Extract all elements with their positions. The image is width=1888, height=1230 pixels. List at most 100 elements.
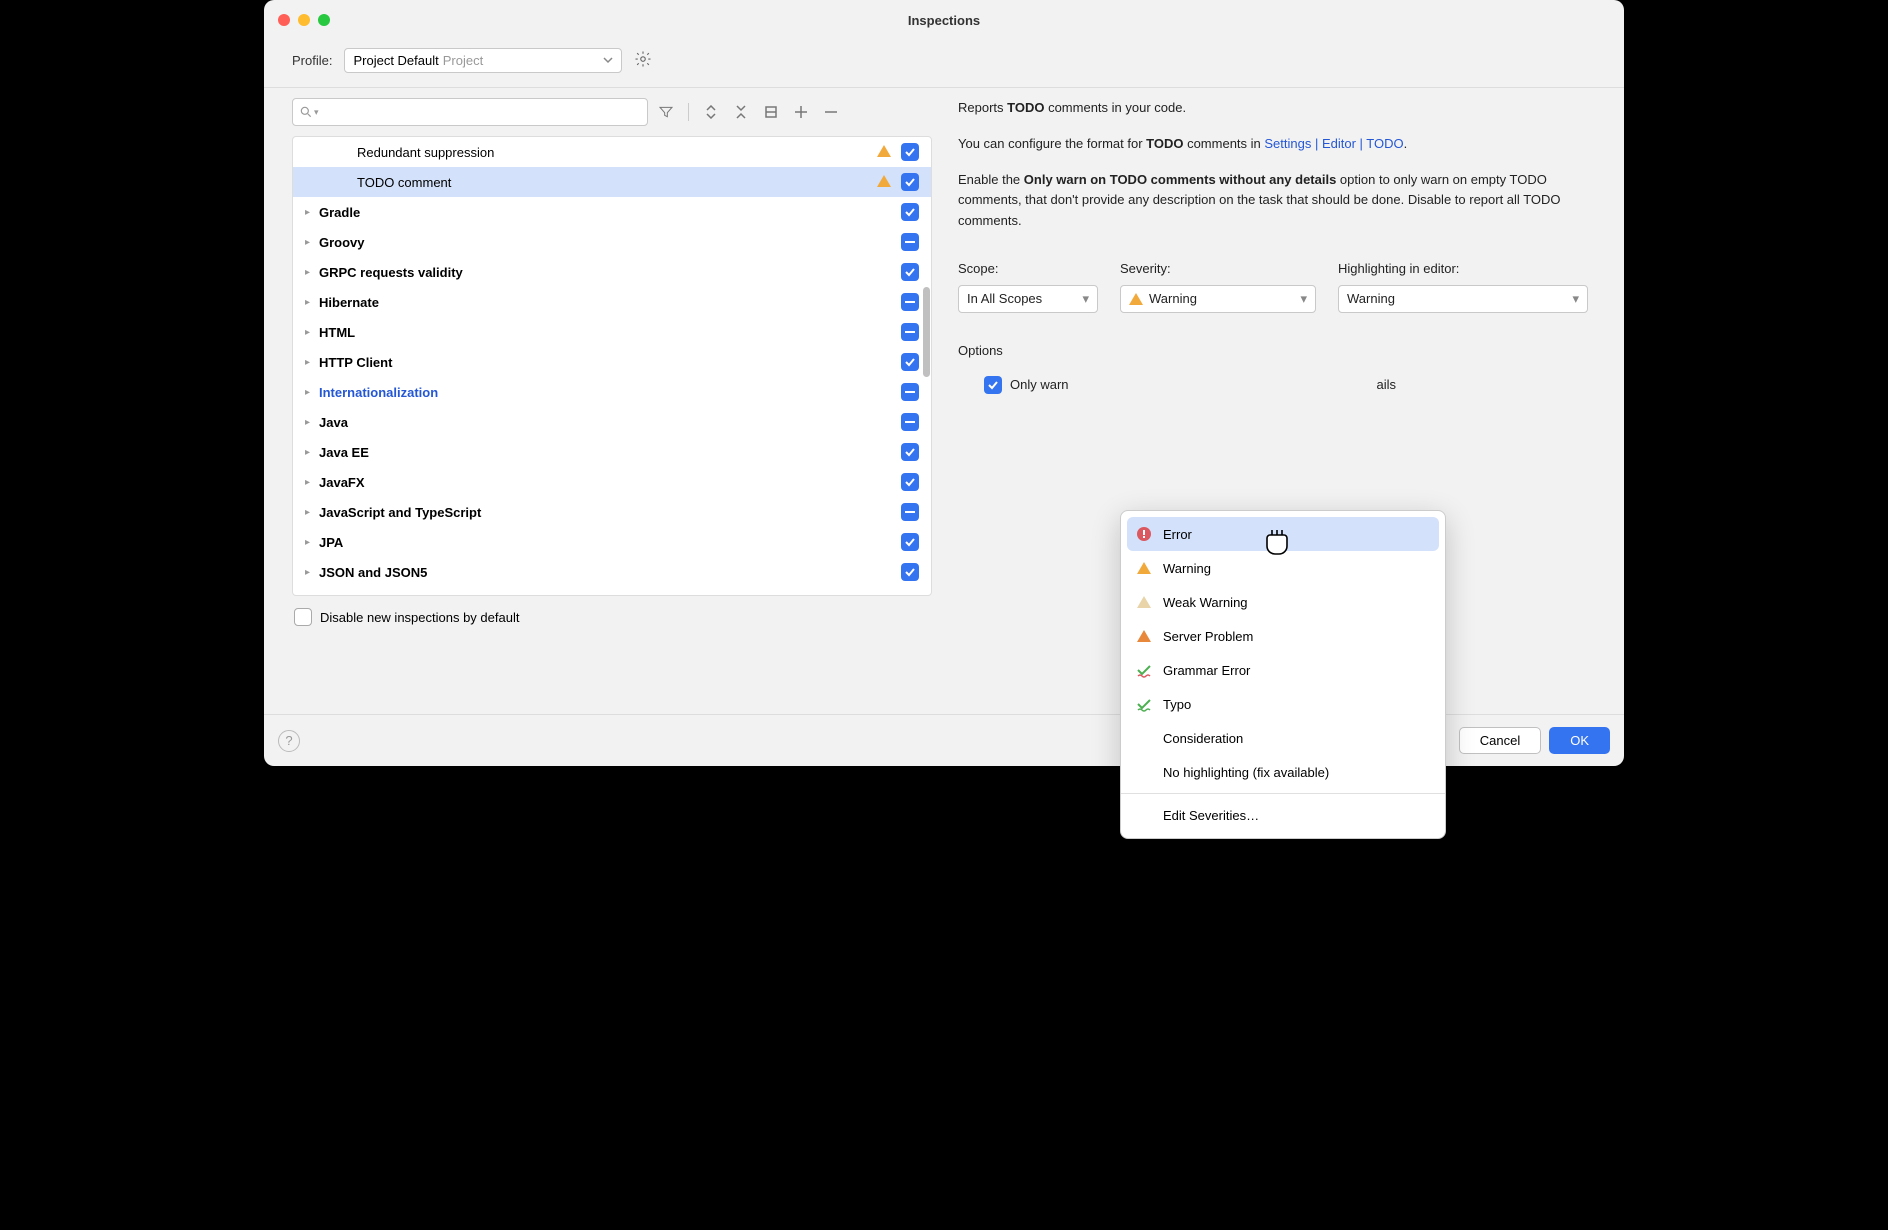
severity-option[interactable]: Server Problem	[1121, 619, 1445, 653]
collapse-all-icon[interactable]	[729, 105, 753, 119]
filter-icon[interactable]	[654, 104, 678, 120]
expand-arrow-icon[interactable]: ▸	[305, 267, 319, 278]
grammar-icon	[1135, 662, 1153, 678]
ok-button[interactable]: OK	[1549, 727, 1610, 754]
titlebar: Inspections	[264, 0, 1624, 40]
tree-row[interactable]: Redundant suppression	[293, 137, 931, 167]
edit-severities[interactable]: Edit Severities…	[1121, 798, 1445, 832]
expand-arrow-icon[interactable]: ▸	[305, 297, 319, 308]
only-warn-checkbox[interactable]	[984, 376, 1002, 394]
checkbox[interactable]	[901, 533, 919, 551]
checkbox[interactable]	[901, 203, 919, 221]
chevron-down-icon	[603, 53, 613, 68]
tree-label: JavaFX	[319, 475, 901, 490]
warning-icon	[877, 175, 891, 190]
checkbox[interactable]	[901, 353, 919, 371]
typo-icon	[1135, 696, 1153, 712]
tree-row[interactable]: ▸JavaScript and TypeScript	[293, 497, 931, 527]
highlight-select[interactable]: Warning ▾	[1338, 285, 1588, 313]
expand-arrow-icon[interactable]: ▸	[305, 537, 319, 548]
expand-arrow-icon[interactable]: ▸	[305, 327, 319, 338]
tree-label: Gradle	[319, 205, 901, 220]
tree-row[interactable]: ▸Java EE	[293, 437, 931, 467]
severity-select[interactable]: Warning ▾	[1120, 285, 1316, 313]
only-warn-label: Only warn	[1010, 375, 1069, 395]
tree-row[interactable]: ▸JSON and JSON5	[293, 557, 931, 587]
expand-arrow-icon[interactable]: ▸	[305, 507, 319, 518]
tree-label: JavaScript and TypeScript	[319, 505, 901, 520]
expand-arrow-icon[interactable]: ▸	[305, 387, 319, 398]
inspections-dialog: Inspections Profile: Project Default Pro…	[264, 0, 1624, 766]
tree-row[interactable]: ▸JavaFX	[293, 467, 931, 497]
tree-row[interactable]: ▸JPA	[293, 527, 931, 557]
severity-option[interactable]: Weak Warning	[1121, 585, 1445, 619]
profile-select[interactable]: Project Default Project	[344, 48, 622, 73]
option-label: Warning	[1163, 561, 1211, 576]
expand-arrow-icon[interactable]: ▸	[305, 357, 319, 368]
error-icon	[1135, 526, 1153, 542]
search-chevron-icon: ▾	[314, 107, 319, 118]
option-label: Weak Warning	[1163, 595, 1248, 610]
cancel-button[interactable]: Cancel	[1459, 727, 1541, 754]
help-button[interactable]: ?	[278, 730, 300, 752]
scrollbar[interactable]	[923, 287, 930, 377]
remove-icon[interactable]	[819, 105, 843, 119]
checkbox[interactable]	[901, 263, 919, 281]
profile-row: Profile: Project Default Project	[264, 40, 1624, 88]
server-icon	[1135, 630, 1153, 642]
expand-arrow-icon[interactable]: ▸	[305, 207, 319, 218]
checkbox[interactable]	[901, 293, 919, 311]
tree-row[interactable]: ▸HTML	[293, 317, 931, 347]
checkbox[interactable]	[901, 173, 919, 191]
tree-label: Internationalization	[319, 385, 901, 400]
search-input[interactable]: ▾	[292, 98, 648, 126]
tree-row[interactable]: ▸Gradle	[293, 197, 931, 227]
expand-arrow-icon[interactable]: ▸	[305, 447, 319, 458]
settings-link[interactable]: Settings | Editor | TODO	[1264, 136, 1403, 151]
checkbox[interactable]	[901, 563, 919, 581]
highlight-label: Highlighting in editor:	[1338, 259, 1588, 279]
expand-all-icon[interactable]	[699, 105, 723, 119]
severity-option[interactable]: Typo	[1121, 687, 1445, 721]
window-title: Inspections	[264, 13, 1624, 28]
only-warn-suffix: ails	[1377, 375, 1397, 395]
checkbox[interactable]	[901, 383, 919, 401]
options-row: Only warn ails	[984, 375, 1596, 395]
tree-row[interactable]: ▸Groovy	[293, 227, 931, 257]
tree-row[interactable]: ▸Hibernate	[293, 287, 931, 317]
disable-new-label: Disable new inspections by default	[320, 610, 519, 625]
add-icon[interactable]	[789, 105, 813, 119]
inspection-tree[interactable]: Redundant suppressionTODO comment▸Gradle…	[292, 136, 932, 596]
options-heading: Options	[958, 341, 1596, 361]
severity-option[interactable]: No highlighting (fix available)	[1121, 755, 1445, 789]
tree-row[interactable]: TODO comment	[293, 167, 931, 197]
option-label: Server Problem	[1163, 629, 1253, 644]
disable-new-checkbox[interactable]	[294, 608, 312, 626]
checkbox[interactable]	[901, 413, 919, 431]
expand-arrow-icon[interactable]: ▸	[305, 477, 319, 488]
checkbox[interactable]	[901, 233, 919, 251]
reset-icon[interactable]	[759, 105, 783, 119]
expand-arrow-icon[interactable]: ▸	[305, 237, 319, 248]
checkbox[interactable]	[901, 143, 919, 161]
tree-row[interactable]: ▸HTTP Client	[293, 347, 931, 377]
tree-row[interactable]: ▸Java	[293, 407, 931, 437]
severity-option[interactable]: Grammar Error	[1121, 653, 1445, 687]
severity-dropdown: ErrorWarningWeak WarningServer ProblemGr…	[1120, 510, 1446, 839]
expand-arrow-icon[interactable]: ▸	[305, 567, 319, 578]
profile-value: Project Default	[353, 53, 438, 68]
tree-row[interactable]: ▸GRPC requests validity	[293, 257, 931, 287]
detail-p1: Reports TODO comments in your code.	[958, 98, 1596, 118]
checkbox[interactable]	[901, 323, 919, 341]
tree-row[interactable]: ▸Internationalization	[293, 377, 931, 407]
gear-icon[interactable]	[634, 50, 652, 71]
weak-icon	[1135, 596, 1153, 608]
checkbox[interactable]	[901, 473, 919, 491]
severity-option[interactable]: Consideration	[1121, 721, 1445, 755]
scope-select[interactable]: In All Scopes ▾	[958, 285, 1098, 313]
checkbox[interactable]	[901, 443, 919, 461]
checkbox[interactable]	[901, 503, 919, 521]
expand-arrow-icon[interactable]: ▸	[305, 417, 319, 428]
left-panel: ▾ Redundant suppressionTODO comment▸Grad…	[292, 88, 932, 678]
chevron-down-icon: ▾	[1300, 289, 1307, 309]
